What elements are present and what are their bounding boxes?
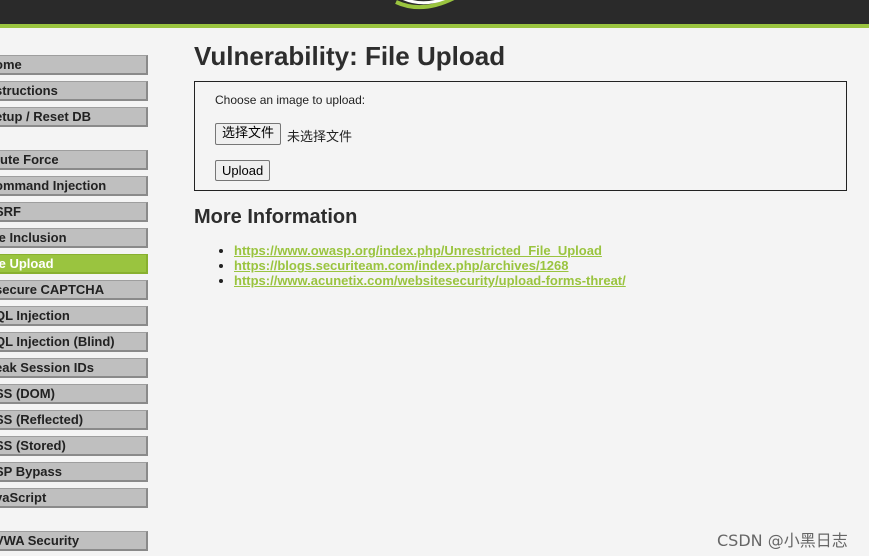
more-info-links: https://www.owasp.org/index.php/Unrestri… xyxy=(194,243,626,288)
sidebar-item-dvwa-security[interactable]: VWA Security xyxy=(0,531,148,551)
upload-label: Choose an image to upload: xyxy=(215,93,366,107)
upload-form: Choose an image to upload: 选择文件 未选择文件 Up… xyxy=(194,81,847,191)
sidebar-item-sql-injection-blind[interactable]: QL Injection (Blind) xyxy=(0,332,148,352)
sidebar-item-setup-reset-db[interactable]: etup / Reset DB xyxy=(0,107,148,127)
sidebar-item-file-upload[interactable]: le Upload xyxy=(0,254,148,274)
sidebar-item-instructions[interactable]: structions xyxy=(0,81,148,101)
sidebar-item-csrf[interactable]: SRF xyxy=(0,202,148,222)
sidebar-item-javascript[interactable]: vaScript xyxy=(0,488,148,508)
sidebar-menu: ome structions etup / Reset DB rute Forc… xyxy=(0,28,152,556)
sidebar-item-file-inclusion[interactable]: le Inclusion xyxy=(0,228,148,248)
sidebar-item-command-injection[interactable]: ommand Injection xyxy=(0,176,148,196)
sidebar-item-xss-reflected[interactable]: SS (Reflected) xyxy=(0,410,148,430)
upload-button[interactable]: Upload xyxy=(215,160,271,181)
page-title: Vulnerability: File Upload xyxy=(194,41,506,71)
securiteam-link[interactable]: https://blogs.securiteam.com/index.php/a… xyxy=(234,258,569,273)
main-content: Vulnerability: File Upload Choose an ima… xyxy=(194,40,854,288)
sidebar-item-xss-dom[interactable]: SS (DOM) xyxy=(0,384,148,404)
list-item: https://blogs.securiteam.com/index.php/a… xyxy=(234,258,626,273)
sidebar-item-home[interactable]: ome xyxy=(0,55,148,75)
list-item: https://www.owasp.org/index.php/Unrestri… xyxy=(234,243,626,258)
file-status-text: 未选择文件 xyxy=(287,130,353,145)
owasp-link[interactable]: https://www.owasp.org/index.php/Unrestri… xyxy=(234,243,602,258)
sidebar-item-weak-session-ids[interactable]: eak Session IDs xyxy=(0,358,148,378)
acunetix-link[interactable]: https://www.acunetix.com/websitesecurity… xyxy=(234,273,626,288)
sidebar-item-sql-injection[interactable]: QL Injection xyxy=(0,306,148,326)
sidebar-item-brute-force[interactable]: rute Force xyxy=(0,150,148,170)
sidebar-item-xss-stored[interactable]: SS (Stored) xyxy=(0,436,148,456)
sidebar-item-csp-bypass[interactable]: SP Bypass xyxy=(0,462,148,482)
header-bar xyxy=(0,0,869,28)
more-info-heading: More Information xyxy=(194,206,358,228)
dvwa-logo-icon xyxy=(395,0,455,10)
watermark: CSDN @小黑日志 xyxy=(717,531,848,550)
choose-file-button[interactable]: 选择文件 xyxy=(215,123,282,145)
list-item: https://www.acunetix.com/websitesecurity… xyxy=(234,273,626,288)
sidebar-item-insecure-captcha[interactable]: secure CAPTCHA xyxy=(0,280,148,300)
